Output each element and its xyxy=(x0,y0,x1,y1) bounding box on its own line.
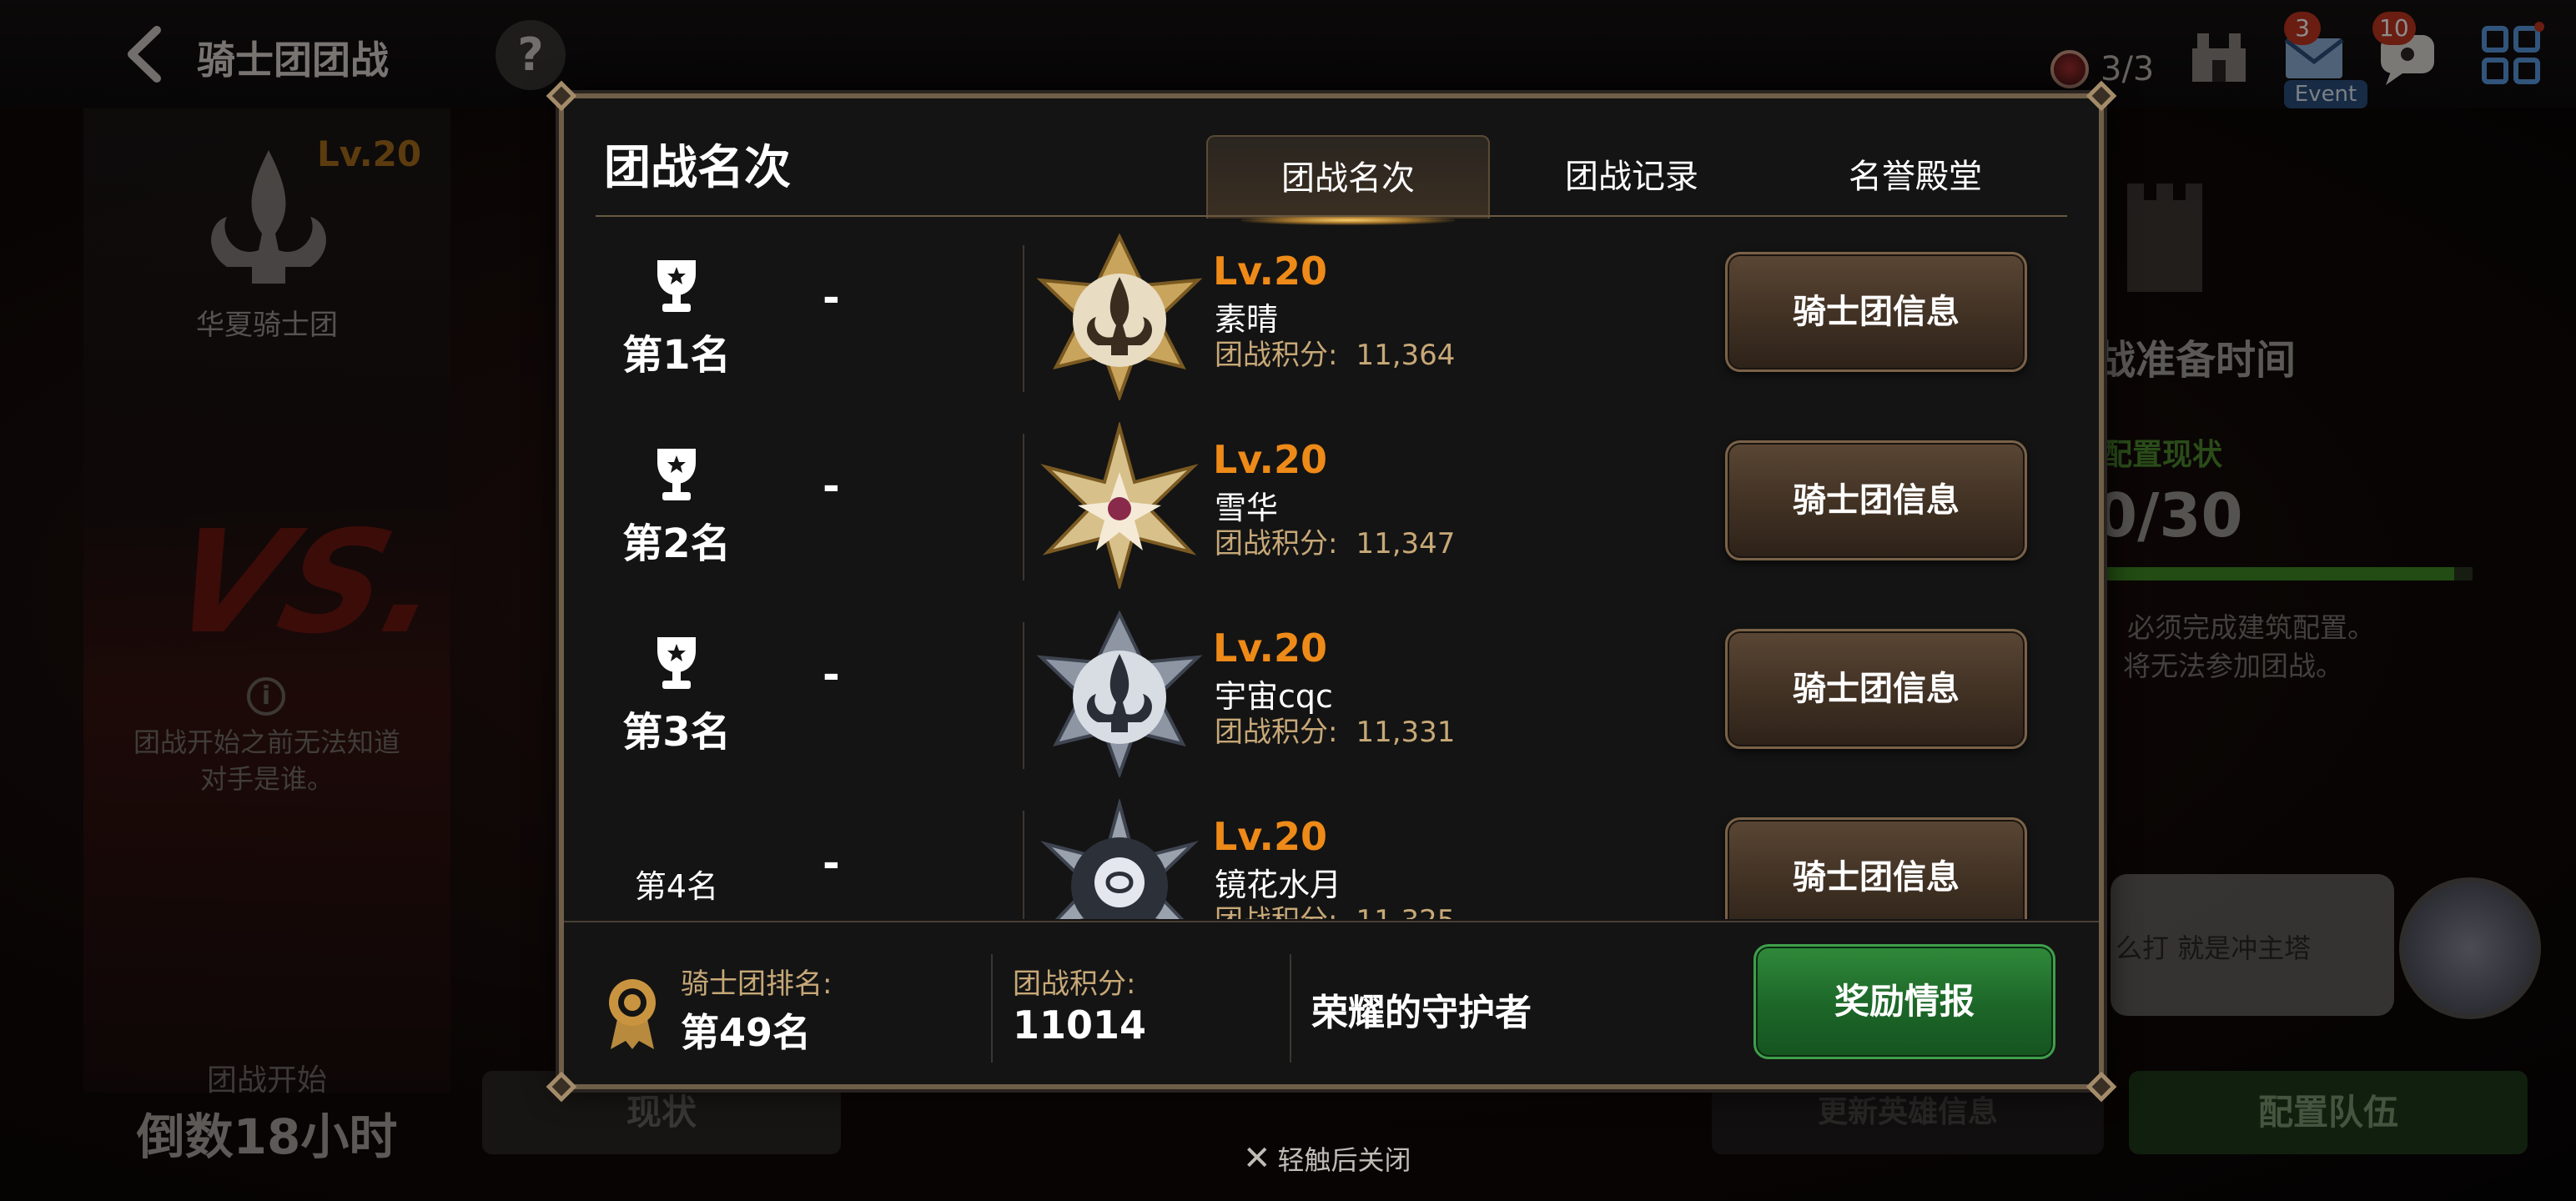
row-divider xyxy=(1023,245,1024,392)
guild-score-label: 团战积分: xyxy=(1013,967,1136,1001)
trophy-icon xyxy=(657,449,696,500)
guild-title: 荣耀的守护者 xyxy=(1311,992,1532,1034)
rank-cell: 第2名 xyxy=(589,412,764,600)
ranking-list[interactable]: 第1名 - Lv.20 素晴 团战积分: 11,364 骑士团信息 第2名 - … xyxy=(589,224,2082,919)
tap-to-close-label: 轻触后关闭 xyxy=(1277,1144,1411,1176)
score-label: 团战积分: xyxy=(1215,527,1338,560)
rank-change: - xyxy=(823,651,840,699)
rank-label: 第1名 xyxy=(622,332,731,379)
ranking-row: 第2名 - Lv.20 雪华 团战积分: 11,347 骑士团信息 xyxy=(589,412,2082,600)
tap-to-close[interactable]: ✕ 轻触后关闭 xyxy=(1243,1139,1411,1178)
tab-divider xyxy=(596,215,2067,217)
rank-cell: 第1名 xyxy=(589,224,764,412)
rank-label: 第2名 xyxy=(622,520,731,567)
guild-score: 团战积分: 11,325 xyxy=(1215,897,1455,919)
footer-divider-v xyxy=(991,954,993,1063)
rank-cell: 第4名 xyxy=(589,789,764,919)
rank-change: - xyxy=(823,839,840,887)
guild-info-button[interactable]: 骑士团信息 xyxy=(1725,629,2027,749)
footer-divider-v xyxy=(1290,954,1291,1063)
guild-level: Lv.20 xyxy=(1213,437,1328,482)
guild-level: Lv.20 xyxy=(1213,249,1328,294)
gold-star-emblem-icon xyxy=(1040,422,1199,589)
row-divider xyxy=(1023,622,1024,769)
ranking-row: 第3名 - Lv.20 宇宙cqc 团战积分: 11,331 骑士团信息 xyxy=(589,600,2082,789)
score-label: 团战积分: xyxy=(1215,339,1338,372)
score-label: 团战积分: xyxy=(1215,716,1338,749)
rank-change: - xyxy=(823,462,840,510)
tab-hall-of-fame[interactable]: 名誉殿堂 xyxy=(1774,135,2057,219)
tab-records[interactable]: 团战记录 xyxy=(1490,135,1774,219)
score-value: 11,331 xyxy=(1356,716,1456,749)
row-divider xyxy=(1023,434,1024,580)
guild-level: Lv.20 xyxy=(1213,814,1328,859)
score-value: 11,364 xyxy=(1356,339,1456,372)
modal-tabs: 团战名次 团战记录 名誉殿堂 xyxy=(1206,135,2065,225)
row-divider xyxy=(1023,811,1024,919)
trophy-icon xyxy=(657,260,696,312)
guild-info-button[interactable]: 骑士团信息 xyxy=(1725,440,2027,560)
rank-cell: 第3名 xyxy=(589,600,764,789)
score-label: 团战积分: xyxy=(1215,904,1337,919)
medal-icon xyxy=(609,979,656,1049)
guild-level: Lv.20 xyxy=(1213,626,1328,671)
rank-label: 第3名 xyxy=(622,709,731,756)
guild-score: 团战积分: 11,364 xyxy=(1215,332,1455,373)
ranking-row: 第1名 - Lv.20 素晴 团战积分: 11,364 骑士团信息 xyxy=(589,224,2082,412)
ranking-row: 第4名 - Lv.20 镜花水月 团战积分:11,325 骑士团信息 xyxy=(589,789,2082,919)
tab-ranking[interactable]: 团战名次 xyxy=(1206,135,1490,225)
close-icon: ✕ xyxy=(1243,1139,1271,1178)
trophy-icon xyxy=(657,637,696,689)
score-value: 11,325 xyxy=(1356,904,1455,919)
guild-score: 团战积分: 11,331 xyxy=(1215,709,1455,750)
silver-lily-emblem-icon xyxy=(1036,611,1203,777)
guild-rank-value: 第49名 xyxy=(681,1010,812,1055)
guild-info-button[interactable]: 骑士团信息 xyxy=(1725,252,2027,372)
rank-label: 第4名 xyxy=(634,868,719,905)
my-guild-summary: 骑士团排名: 第49名 团战积分: 11014 荣耀的守护者 奖励情报 xyxy=(564,924,2099,1088)
score-value: 11,347 xyxy=(1356,527,1456,560)
rank-change: - xyxy=(823,274,840,322)
guild-rank-label: 骑士团排名: xyxy=(681,967,833,1001)
modal-title: 团战名次 xyxy=(604,141,791,195)
reward-info-button[interactable]: 奖励情报 xyxy=(1753,944,2055,1059)
silver-rose-emblem-icon xyxy=(1040,799,1199,919)
guild-info-button[interactable]: 骑士团信息 xyxy=(1725,817,2027,919)
ranking-modal: 团战名次 团战名次 团战记录 名誉殿堂 第1名 - Lv.20 素晴 团战积分:… xyxy=(546,80,2117,1103)
guild-score-value: 11014 xyxy=(1013,1003,1147,1048)
guild-score: 团战积分: 11,347 xyxy=(1215,520,1455,561)
gold-lily-emblem-icon xyxy=(1036,234,1203,400)
footer-divider xyxy=(564,921,2099,922)
